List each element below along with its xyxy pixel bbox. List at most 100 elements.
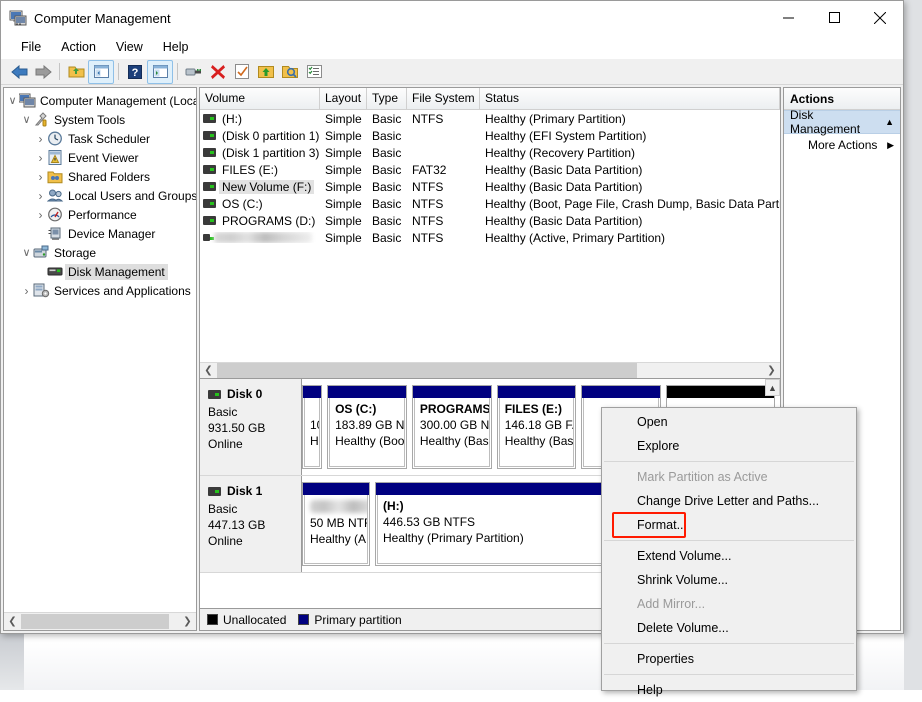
volume-row[interactable]: Simple Basic NTFS Healthy (Active, Primary …	[200, 229, 780, 246]
menu-file[interactable]: File	[11, 37, 51, 57]
volume-row[interactable]: (Disk 0 partition 1) Simple Basic Healthy (…	[200, 127, 780, 144]
actions-group-disk-management[interactable]: Disk Management ▲	[784, 108, 900, 136]
actions-more-actions[interactable]: More Actions ▶	[784, 134, 900, 156]
tree-node-services-and-applications[interactable]: › Services and Applications	[4, 281, 196, 300]
tree-scroll-thumb[interactable]	[21, 614, 169, 629]
partition-block[interactable]: 50 MB NTF Healthy (A	[302, 482, 370, 566]
volume-layout-cell: Simple	[325, 230, 362, 245]
tree-node-label: Task Scheduler	[68, 131, 151, 146]
volume-row[interactable]: New Volume (F:) Simple Basic NTFS Healthy (B…	[200, 178, 780, 195]
tree-node-computer-management-local[interactable]: ∨ Computer Management (Local	[4, 91, 196, 110]
context-menu-item-explore[interactable]: Explore	[602, 434, 856, 458]
delete-icon[interactable]	[206, 61, 230, 83]
partition-color-bar	[328, 386, 406, 398]
tree-node-system-tools[interactable]: ∨ System Tools	[4, 110, 196, 129]
volume-row[interactable]: (Disk 1 partition 3) Simple Basic Healthy (…	[200, 144, 780, 161]
tree-horizontal-scrollbar[interactable]: ❮ ❯	[4, 612, 196, 630]
back-icon[interactable]	[7, 61, 31, 83]
volume-column-header-type[interactable]: Type	[367, 88, 407, 109]
help-icon[interactable]: ?	[123, 61, 147, 83]
tree-node-performance[interactable]: › Performance	[4, 205, 196, 224]
volume-row[interactable]: (H:) Simple Basic NTFS Healthy (Primary Part…	[200, 110, 780, 127]
disk-info[interactable]: Disk 0 Basic 931.50 GB Online	[200, 379, 302, 475]
users-icon	[46, 188, 64, 204]
tree-node-label: Computer Management (Local	[40, 93, 196, 108]
volume-layout-cell: Simple	[325, 111, 362, 126]
disk-kind: Basic	[208, 502, 238, 516]
volume-column-header-volume[interactable]: Volume	[200, 88, 320, 109]
chevron-right-icon[interactable]: ›	[34, 129, 47, 148]
chevron-down-icon[interactable]: ∨	[20, 243, 33, 262]
volume-row[interactable]: FILES (E:) Simple Basic FAT32 Healthy (Basic…	[200, 161, 780, 178]
chevron-right-icon[interactable]: ›	[34, 167, 47, 186]
chevron-right-icon[interactable]: ›	[34, 186, 47, 205]
volume-column-header-file-system[interactable]: File System	[407, 88, 480, 109]
rescan-icon[interactable]	[278, 61, 302, 83]
context-menu-item-format[interactable]: Format...	[602, 513, 856, 537]
disk-info[interactable]: Disk 1 Basic 447.13 GB Online	[200, 476, 302, 572]
tree-node-label: Device Manager	[68, 226, 156, 241]
volume-list-horizontal-scrollbar[interactable]: ❮ ❯	[200, 362, 780, 378]
maximize-button[interactable]	[811, 1, 857, 34]
tree-node-disk-management[interactable]: Disk Management	[4, 262, 196, 281]
context-menu-item-extend-volume[interactable]: Extend Volume...	[602, 544, 856, 568]
scroll-left-arrow-icon[interactable]: ❮	[200, 363, 217, 378]
chevron-up-icon[interactable]: ▲	[765, 379, 780, 396]
connect-icon[interactable]	[182, 61, 206, 83]
up-folder-icon[interactable]	[64, 61, 88, 83]
legend-item: Unallocated	[207, 613, 286, 627]
context-menu-item-shrink-volume[interactable]: Shrink Volume...	[602, 568, 856, 592]
export-icon[interactable]	[254, 61, 278, 83]
menu-action[interactable]: Action	[51, 37, 106, 57]
volume-row[interactable]: OS (C:) Simple Basic NTFS Healthy (Boot, Pag…	[200, 195, 780, 212]
tree-node-task-scheduler[interactable]: › Task Scheduler	[4, 129, 196, 148]
volume-column-header-layout[interactable]: Layout	[320, 88, 367, 109]
volume-type-cell: Basic	[372, 162, 402, 177]
partition-status: Healthy (Boo	[335, 434, 405, 448]
tree-node-storage[interactable]: ∨ Storage	[4, 243, 196, 262]
disk-size: 931.50 GB	[208, 421, 266, 435]
menu-help[interactable]: Help	[153, 37, 199, 57]
scroll-right-arrow-icon[interactable]: ❯	[763, 363, 780, 378]
tree-node-event-viewer[interactable]: › Event Viewer	[4, 148, 196, 167]
show-hide-tree-icon[interactable]	[88, 59, 114, 84]
partition-block[interactable]: OS (C:) 183.89 GB NT Healthy (Boo	[327, 385, 407, 469]
chevron-down-icon[interactable]: ∨	[6, 91, 19, 110]
volume-column-header-status[interactable]: Status	[480, 88, 780, 109]
volume-name: (Disk 0 partition 1)	[222, 128, 320, 143]
properties-icon[interactable]	[230, 61, 254, 83]
partition-block[interactable]: FILES (E:) 146.18 GB FA Healthy (Basi	[496, 385, 577, 469]
chevron-right-icon[interactable]: ›	[20, 281, 33, 300]
volume-scroll-thumb[interactable]	[217, 363, 637, 378]
tree-scroll-track[interactable]	[21, 614, 179, 629]
drive-icon	[203, 216, 216, 225]
tree-node-local-users-and-groups[interactable]: › Local Users and Groups	[4, 186, 197, 205]
context-menu-item-delete-volume[interactable]: Delete Volume...	[602, 616, 856, 640]
forward-icon[interactable]	[31, 61, 55, 83]
show-action-pane-icon[interactable]	[147, 59, 173, 84]
close-button[interactable]	[857, 1, 903, 34]
volume-row[interactable]: PROGRAMS (D:) Simple Basic NTFS Healthy (Bas…	[200, 212, 780, 229]
disk-state: Online	[208, 534, 243, 548]
chevron-right-icon[interactable]: ›	[34, 205, 47, 224]
scroll-left-arrow-icon[interactable]: ❮	[4, 614, 21, 629]
partition-block[interactable]: PROGRAMS 300.00 GB NTF Healthy (Basic	[411, 385, 492, 469]
partition-block[interactable]: 100 He	[302, 385, 323, 469]
menu-view[interactable]: View	[106, 37, 153, 57]
tree-node-device-manager[interactable]: Device Manager	[4, 224, 196, 243]
partition-color-bar	[497, 386, 576, 398]
volume-scroll-track[interactable]	[217, 363, 763, 378]
chevron-down-icon[interactable]: ∨	[20, 110, 33, 129]
context-menu-item-help[interactable]: Help	[602, 678, 856, 702]
scroll-right-arrow-icon[interactable]: ❯	[179, 614, 196, 629]
minimize-button[interactable]	[765, 1, 811, 34]
context-menu-item-open[interactable]: Open	[602, 410, 856, 434]
context-menu-item-properties[interactable]: Properties	[602, 647, 856, 671]
chevron-right-icon[interactable]: ›	[34, 148, 47, 167]
toolbar-separator	[118, 63, 119, 80]
context-menu-item-change-drive-letter-and-paths[interactable]: Change Drive Letter and Paths...	[602, 489, 856, 513]
tree-node-shared-folders[interactable]: › Shared Folders	[4, 167, 196, 186]
partition-details: 50 MB NTF Healthy (A	[304, 495, 368, 564]
list-view-icon[interactable]	[302, 61, 326, 83]
